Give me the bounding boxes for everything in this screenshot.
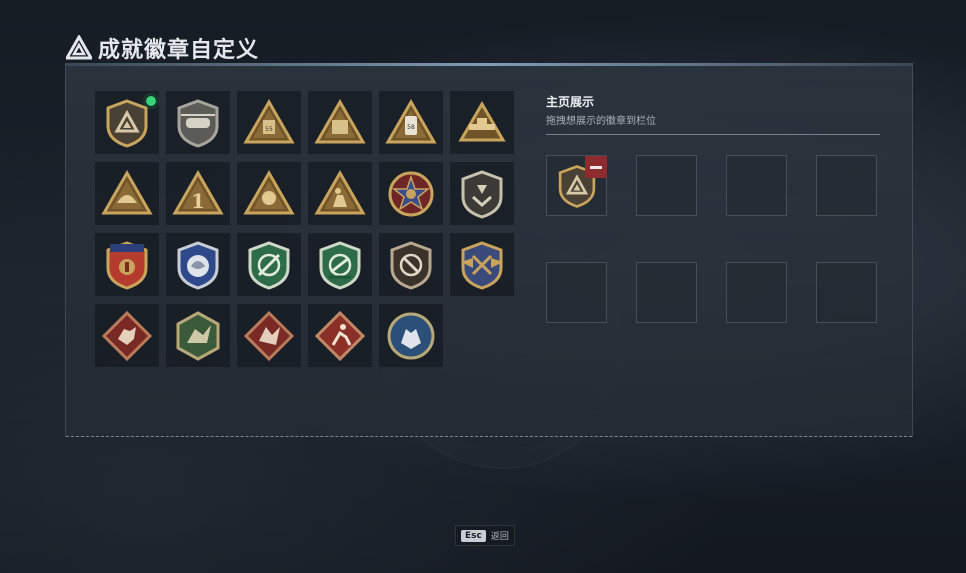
blue-wolf-round-badge-icon bbox=[387, 312, 435, 359]
back-button[interactable]: Esc 返回 bbox=[455, 525, 515, 546]
badge-cell[interactable] bbox=[308, 233, 372, 296]
showcase-slot[interactable] bbox=[636, 155, 697, 216]
badge-panel: 55 58 1 主页展示 拖拽想展示的徽章到栏位 bbox=[65, 63, 913, 437]
showcase-slots bbox=[546, 155, 877, 323]
gold-stars-crest-badge-icon bbox=[106, 240, 148, 290]
minus-icon bbox=[590, 165, 602, 169]
badge-cell[interactable] bbox=[308, 304, 372, 367]
showcase-subtitle: 拖拽想展示的徽章到栏位 bbox=[546, 116, 656, 127]
green-rifle-shield-badge-icon bbox=[319, 240, 361, 290]
star-medal-badge-icon bbox=[388, 171, 434, 216]
winged-crossed-rifles-badge-icon bbox=[461, 240, 503, 290]
badge-cell[interactable] bbox=[237, 162, 301, 225]
badge-cell[interactable]: 58 bbox=[379, 91, 443, 154]
badge-cell[interactable] bbox=[95, 91, 159, 154]
badge-cell[interactable] bbox=[95, 233, 159, 296]
green-dragon-hexagon-badge-icon bbox=[176, 310, 220, 361]
showcase-slot[interactable] bbox=[636, 262, 697, 323]
showcase-title: 主页展示 bbox=[546, 95, 595, 109]
badge-cell[interactable] bbox=[379, 233, 443, 296]
svg-text:58: 58 bbox=[407, 124, 415, 131]
badge-cell[interactable] bbox=[95, 304, 159, 367]
badge-cell[interactable] bbox=[379, 162, 443, 225]
turret-badge-icon bbox=[458, 100, 506, 141]
badge-cell[interactable]: 1 bbox=[166, 162, 230, 225]
showcase-slot[interactable] bbox=[816, 262, 877, 323]
red-wolf-diamond-badge-icon bbox=[101, 310, 153, 361]
badge-cell[interactable] bbox=[379, 304, 443, 367]
tank-crest-badge-icon bbox=[243, 169, 295, 214]
jerrycan-55-badge-icon: 55 bbox=[243, 98, 295, 143]
ammo-box-badge-icon bbox=[314, 98, 366, 143]
badge-cell[interactable] bbox=[237, 233, 301, 296]
homepage-showcase: 主页展示 拖拽想展示的徽章到栏位 bbox=[546, 93, 880, 323]
badge-cell[interactable] bbox=[166, 304, 230, 367]
svg-text:1: 1 bbox=[191, 189, 205, 213]
badge-cell[interactable]: 55 bbox=[237, 91, 301, 154]
svg-text:55: 55 bbox=[265, 126, 273, 133]
badge-cell[interactable] bbox=[450, 162, 514, 225]
triangle-emblem-icon bbox=[66, 35, 92, 60]
red-dragon-diamond-badge-icon bbox=[243, 310, 295, 361]
badge-cell[interactable] bbox=[166, 233, 230, 296]
page-header: 成就徽章自定义 bbox=[66, 32, 259, 64]
showcase-slot[interactable] bbox=[546, 262, 607, 323]
badge-cell[interactable] bbox=[450, 91, 514, 154]
badge-grid: 55 58 1 bbox=[95, 91, 514, 367]
showcase-slot[interactable] bbox=[546, 155, 607, 216]
showcase-slot[interactable] bbox=[726, 262, 787, 323]
phone-58-badge-icon: 58 bbox=[385, 98, 437, 143]
number-one-badge-icon: 1 bbox=[172, 169, 224, 214]
bronze-slash-shield-badge-icon bbox=[390, 240, 432, 290]
esc-key-hint: Esc bbox=[461, 529, 486, 542]
green-crosshair-shield-badge-icon bbox=[248, 240, 290, 290]
equipped-indicator-dot bbox=[146, 96, 156, 106]
page-title: 成就徽章自定义 bbox=[98, 38, 260, 63]
badge-cell[interactable] bbox=[95, 162, 159, 225]
badge-cell[interactable] bbox=[166, 91, 230, 154]
badge-cell[interactable] bbox=[308, 162, 372, 225]
remove-badge-button[interactable] bbox=[585, 156, 607, 178]
showcase-divider bbox=[546, 134, 880, 135]
back-label: 返回 bbox=[490, 532, 509, 542]
showcase-slot[interactable] bbox=[726, 155, 787, 216]
chevron-shield-badge-icon bbox=[461, 169, 503, 219]
badge-cell[interactable] bbox=[450, 233, 514, 296]
badge-cell[interactable] bbox=[308, 91, 372, 154]
badge-cell[interactable] bbox=[237, 304, 301, 367]
runner-diamond-badge-icon bbox=[314, 310, 366, 361]
showcase-slot[interactable] bbox=[816, 155, 877, 216]
helicopter-badge-icon bbox=[177, 98, 219, 148]
soldier-badge-icon bbox=[314, 169, 366, 214]
silver-eagle-crest-badge-icon bbox=[177, 240, 219, 290]
helmet-badge-icon bbox=[101, 169, 153, 214]
